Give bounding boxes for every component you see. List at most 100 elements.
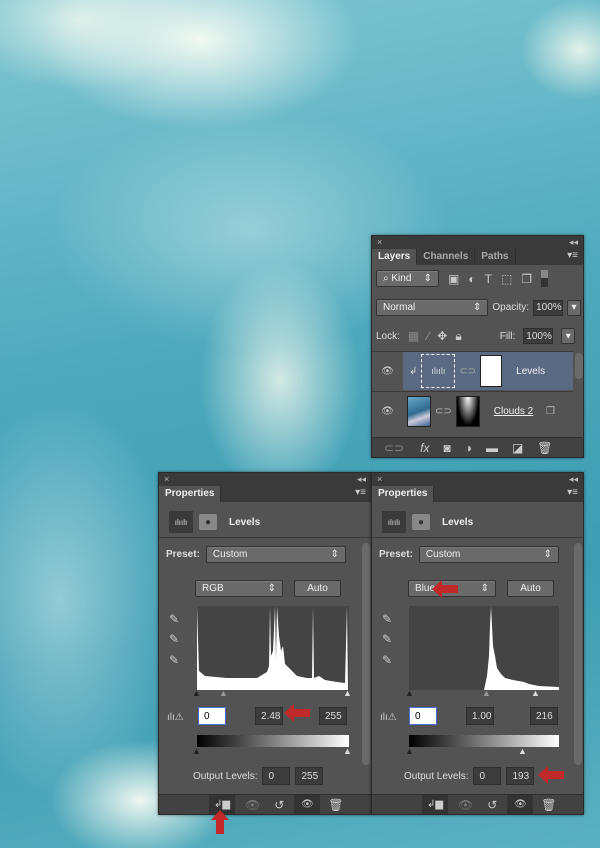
link-layers-icon[interactable]: ⊂⊃ (384, 441, 404, 455)
preset-dropdown[interactable]: Custom ⇕ (418, 546, 559, 563)
black-point-eyedropper-icon[interactable]: ✎ (382, 612, 392, 626)
close-icon[interactable]: × (377, 474, 382, 484)
collapse-icon[interactable]: ◂◂ (569, 474, 578, 485)
group-folder-icon[interactable]: ▬ (486, 441, 498, 455)
eye-icon[interactable]: 👁︎ (372, 406, 403, 417)
fx-icon[interactable]: fx (420, 441, 429, 455)
delete-layer-icon[interactable]: 🗑︎ (537, 441, 552, 455)
levels-adjustment-icon: ılıılı (421, 354, 456, 388)
fill-label: Fill: (499, 330, 516, 342)
black-point-eyedropper-icon[interactable]: ✎ (169, 612, 179, 626)
mask-icon[interactable]: ● (199, 514, 217, 530)
opacity-field[interactable]: 100% (533, 299, 564, 316)
opacity-dropdown-button[interactable]: ▾ (567, 299, 581, 316)
input-gamma-field[interactable]: 2.48 (255, 707, 283, 725)
preset-dropdown[interactable]: Custom ⇕ (205, 546, 346, 563)
layers-panel: × ◂◂ Layers Channels Paths ▾≡ ⌕ Kind ⇕ ▣ ◐… (371, 235, 584, 458)
input-black-field[interactable]: 0 (409, 707, 437, 725)
mask-icon[interactable]: ● (412, 514, 430, 530)
panel-menu-icon[interactable]: ▾≡ (355, 487, 366, 498)
lock-transparency-icon[interactable]: ▦ (408, 329, 419, 343)
delete-icon[interactable]: 🗑︎ (541, 798, 556, 812)
gray-point-eyedropper-icon[interactable]: ✎ (169, 632, 179, 646)
auto-button[interactable]: Auto (507, 580, 554, 597)
visibility-button[interactable]: 👁︎ (507, 795, 534, 814)
visibility-button[interactable]: 👁︎ (294, 795, 321, 814)
adjustment-filter-icon[interactable]: ◐ (468, 272, 475, 286)
tab-properties[interactable]: Properties (159, 486, 221, 502)
clipping-arrow-icon: ↲ (409, 365, 418, 377)
link-icon[interactable]: ⊂⊃ (459, 366, 476, 377)
type-filter-icon[interactable]: T (485, 272, 492, 286)
tab-paths[interactable]: Paths (475, 249, 516, 265)
input-white-field[interactable]: 255 (319, 707, 347, 725)
output-white-field[interactable]: 255 (295, 767, 324, 785)
auto-button[interactable]: Auto (294, 580, 341, 597)
layer-row-clouds-2[interactable]: 👁︎ ⊂⊃ Clouds 2 ❐ (372, 391, 573, 430)
input-white-slider[interactable]: ▲ (343, 688, 352, 698)
layers-scrollbar[interactable] (575, 353, 583, 379)
eye-icon[interactable]: 👁︎ (372, 366, 403, 377)
delete-icon[interactable]: 🗑︎ (328, 798, 343, 812)
view-previous-icon[interactable]: 👁︎ (458, 798, 473, 812)
close-icon[interactable]: × (164, 474, 169, 484)
panel-menu-icon[interactable]: ▾≡ (567, 250, 578, 261)
fill-dropdown-button[interactable]: ▾ (561, 328, 576, 344)
close-icon[interactable]: × (377, 237, 382, 247)
lock-position-icon[interactable]: ✥ (437, 329, 447, 343)
properties-scrollbar[interactable] (362, 543, 370, 765)
clip-to-layer-button[interactable]: ↲▆ (422, 795, 448, 814)
white-point-eyedropper-icon[interactable]: ✎ (382, 653, 392, 667)
channel-dropdown[interactable]: RGB ⇕ (195, 580, 283, 597)
add-mask-icon[interactable]: ◙ (443, 441, 450, 455)
layer-name[interactable]: Levels (516, 366, 545, 377)
filter-kind-dropdown[interactable]: ⌕ Kind ⇕ (376, 270, 439, 287)
input-gamma-slider[interactable]: ▲ (482, 688, 491, 698)
input-black-slider[interactable]: ▲ (192, 688, 201, 698)
layer-thumbnail[interactable] (407, 395, 431, 427)
collapse-icon[interactable]: ◂◂ (569, 237, 578, 248)
output-white-slider[interactable]: ▲ (518, 746, 527, 756)
output-black-slider[interactable]: ▲ (405, 746, 414, 756)
gray-point-eyedropper-icon[interactable]: ✎ (382, 632, 392, 646)
output-black-slider[interactable]: ▲ (192, 746, 201, 756)
properties-scrollbar[interactable] (574, 543, 582, 765)
output-levels-label: Output Levels: (193, 770, 258, 782)
image-filter-icon[interactable]: ▣ (448, 272, 459, 286)
output-black-field[interactable]: 0 (473, 767, 502, 785)
tab-layers[interactable]: Layers (372, 249, 418, 265)
layer-mask-thumbnail[interactable] (480, 355, 503, 387)
reset-icon[interactable]: ↺ (487, 798, 497, 812)
fill-field[interactable]: 100% (523, 328, 554, 344)
smart-object-filter-icon[interactable]: ❐ (521, 272, 532, 286)
shape-filter-icon[interactable]: ⬚ (501, 272, 512, 286)
input-black-slider[interactable]: ▲ (405, 688, 414, 698)
layer-row-levels[interactable]: 👁︎ ↲ ılıılı ⊂⊃ Levels (372, 351, 573, 390)
reset-icon[interactable]: ↺ (274, 798, 284, 812)
view-previous-icon[interactable]: 👁︎ (245, 798, 260, 812)
new-layer-icon[interactable]: ◪ (512, 441, 523, 455)
layer-mask-thumbnail[interactable] (455, 395, 480, 427)
tab-properties[interactable]: Properties (372, 486, 434, 502)
output-white-slider[interactable]: ▲ (343, 746, 352, 756)
layer-name[interactable]: Clouds 2 (494, 406, 533, 417)
white-point-eyedropper-icon[interactable]: ✎ (169, 653, 179, 667)
preset-label: Preset: (379, 549, 413, 560)
input-black-field[interactable]: 0 (198, 707, 226, 725)
input-gamma-slider[interactable]: ▲ (219, 688, 228, 698)
filter-toggle[interactable] (541, 270, 549, 287)
input-white-slider[interactable]: ▲ (531, 688, 540, 698)
new-adjustment-icon[interactable]: ◑ (465, 441, 472, 455)
annotation-arrow-channel (432, 580, 458, 598)
input-white-field[interactable]: 216 (530, 707, 558, 725)
input-gamma-field[interactable]: 1.00 (466, 707, 494, 725)
blend-mode-dropdown[interactable]: Normal ⇕ (376, 299, 489, 316)
lock-pixels-icon[interactable]: ⁄ (427, 329, 429, 343)
panel-menu-icon[interactable]: ▾≡ (567, 487, 578, 498)
output-black-field[interactable]: 0 (262, 767, 291, 785)
link-icon[interactable]: ⊂⊃ (435, 406, 452, 417)
tab-channels[interactable]: Channels (417, 249, 476, 265)
collapse-icon[interactable]: ◂◂ (357, 474, 366, 485)
output-white-field[interactable]: 193 (506, 767, 535, 785)
lock-all-icon[interactable]: 🔒︎ (455, 329, 461, 344)
